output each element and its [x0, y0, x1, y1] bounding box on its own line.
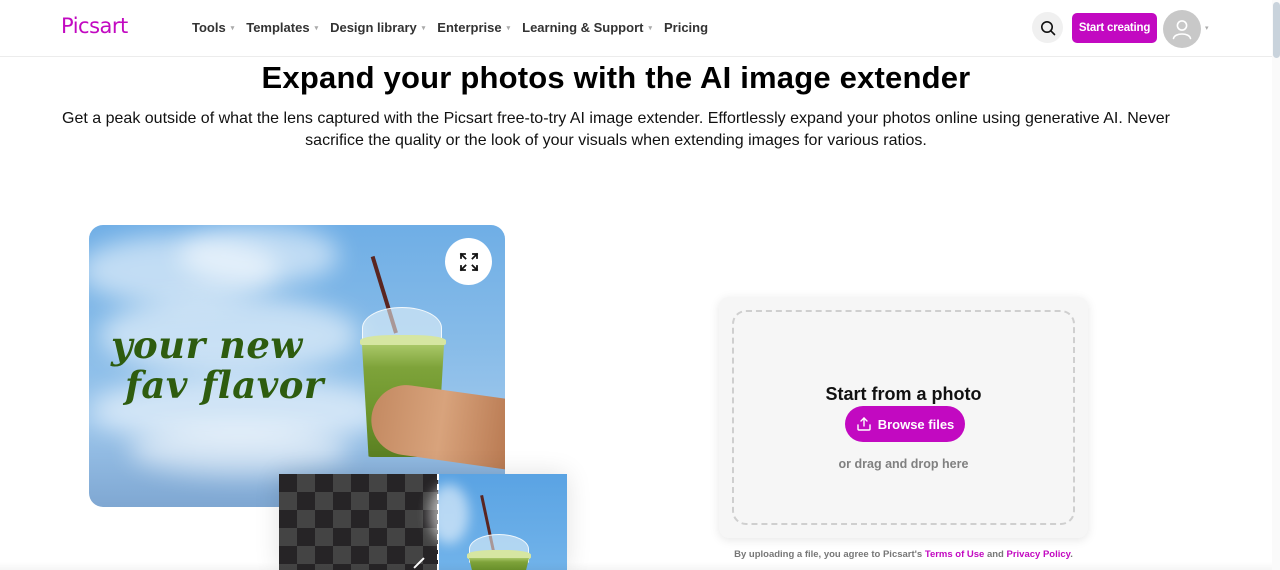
- chevron-down-icon: ▾: [648, 24, 652, 32]
- upload-title: Start from a photo: [825, 384, 982, 404]
- upload-panel: Start from a photo Browse files or drag …: [719, 297, 1088, 538]
- hero-image-caption: your new fav flavor: [111, 325, 324, 405]
- search-button[interactable]: [1032, 12, 1063, 43]
- extension-boundary-line: [437, 474, 439, 570]
- page-scrollbar[interactable]: [1272, 0, 1280, 570]
- page-bottom-shadow: [0, 562, 1272, 570]
- expand-image-button[interactable]: [445, 238, 492, 285]
- upload-legal-notice: By uploading a file, you agree to Picsar…: [719, 549, 1088, 560]
- cloud-decoration: [179, 225, 339, 285]
- top-navigation-bar: Picsart Tools ▾ Templates ▾ Design libra…: [0, 0, 1272, 57]
- terms-of-use-link[interactable]: Terms of Use: [925, 549, 984, 560]
- cloud-decoration: [429, 484, 469, 544]
- upload-icon: [857, 417, 871, 431]
- transparent-area-checkerboard: [279, 474, 438, 570]
- nav-item-label: Enterprise: [437, 20, 502, 35]
- drag-drop-hint: or drag and drop here: [838, 457, 969, 471]
- legal-prefix: By uploading a file, you agree to Picsar…: [734, 549, 925, 560]
- file-dropzone[interactable]: Start from a photo Browse files or drag …: [732, 310, 1075, 525]
- nav-item-templates[interactable]: Templates ▾: [246, 20, 318, 35]
- nav-item-label: Design library: [330, 20, 417, 35]
- start-creating-button[interactable]: Start creating: [1072, 13, 1157, 43]
- caption-line-2: fav flavor: [125, 363, 324, 407]
- nav-item-design-library[interactable]: Design library ▾: [330, 20, 425, 35]
- browse-files-label: Browse files: [877, 416, 955, 432]
- chevron-down-icon: ▾: [230, 24, 235, 32]
- nav-item-label: Pricing: [663, 20, 709, 35]
- chevron-down-icon[interactable]: ▾: [1205, 24, 1209, 32]
- legal-and: and: [984, 549, 1007, 560]
- chevron-down-icon: ▾: [314, 24, 319, 32]
- user-icon: [1172, 20, 1192, 40]
- chevron-down-icon: ▾: [421, 24, 426, 32]
- chevron-down-icon: ▾: [506, 24, 511, 32]
- nav-item-enterprise[interactable]: Enterprise ▾: [437, 20, 510, 35]
- nav-item-label: Tools: [192, 20, 226, 35]
- nav-item-pricing[interactable]: Pricing: [664, 20, 708, 35]
- scrollbar-thumb[interactable]: [1273, 2, 1280, 58]
- extender-preview: [279, 474, 567, 570]
- page-subtitle: Get a peak outside of what the lens capt…: [62, 110, 1170, 149]
- search-icon: [1040, 20, 1055, 35]
- hero-example-image: your new fav flavor: [89, 225, 505, 507]
- extender-preview-photo: [429, 474, 567, 570]
- caption-line-1: your new: [111, 323, 303, 367]
- expand-icon: [459, 252, 478, 271]
- nav-item-label: Learning & Support: [522, 20, 644, 35]
- privacy-policy-link[interactable]: Privacy Policy: [1007, 549, 1071, 560]
- nav-item-learning-support[interactable]: Learning & Support ▾: [522, 20, 652, 35]
- user-avatar-button[interactable]: [1163, 10, 1201, 48]
- main-nav: Tools ▾ Templates ▾ Design library ▾ Ent…: [192, 20, 720, 35]
- nav-item-tools[interactable]: Tools ▾: [192, 20, 234, 35]
- browse-files-button[interactable]: Browse files: [845, 406, 965, 442]
- page-title: Expand your photos with the AI image ext…: [261, 60, 971, 95]
- nav-item-label: Templates: [246, 20, 310, 35]
- legal-suffix: .: [1070, 549, 1073, 560]
- picsart-logo[interactable]: Picsart: [61, 14, 128, 38]
- cloud-decoration: [129, 425, 349, 475]
